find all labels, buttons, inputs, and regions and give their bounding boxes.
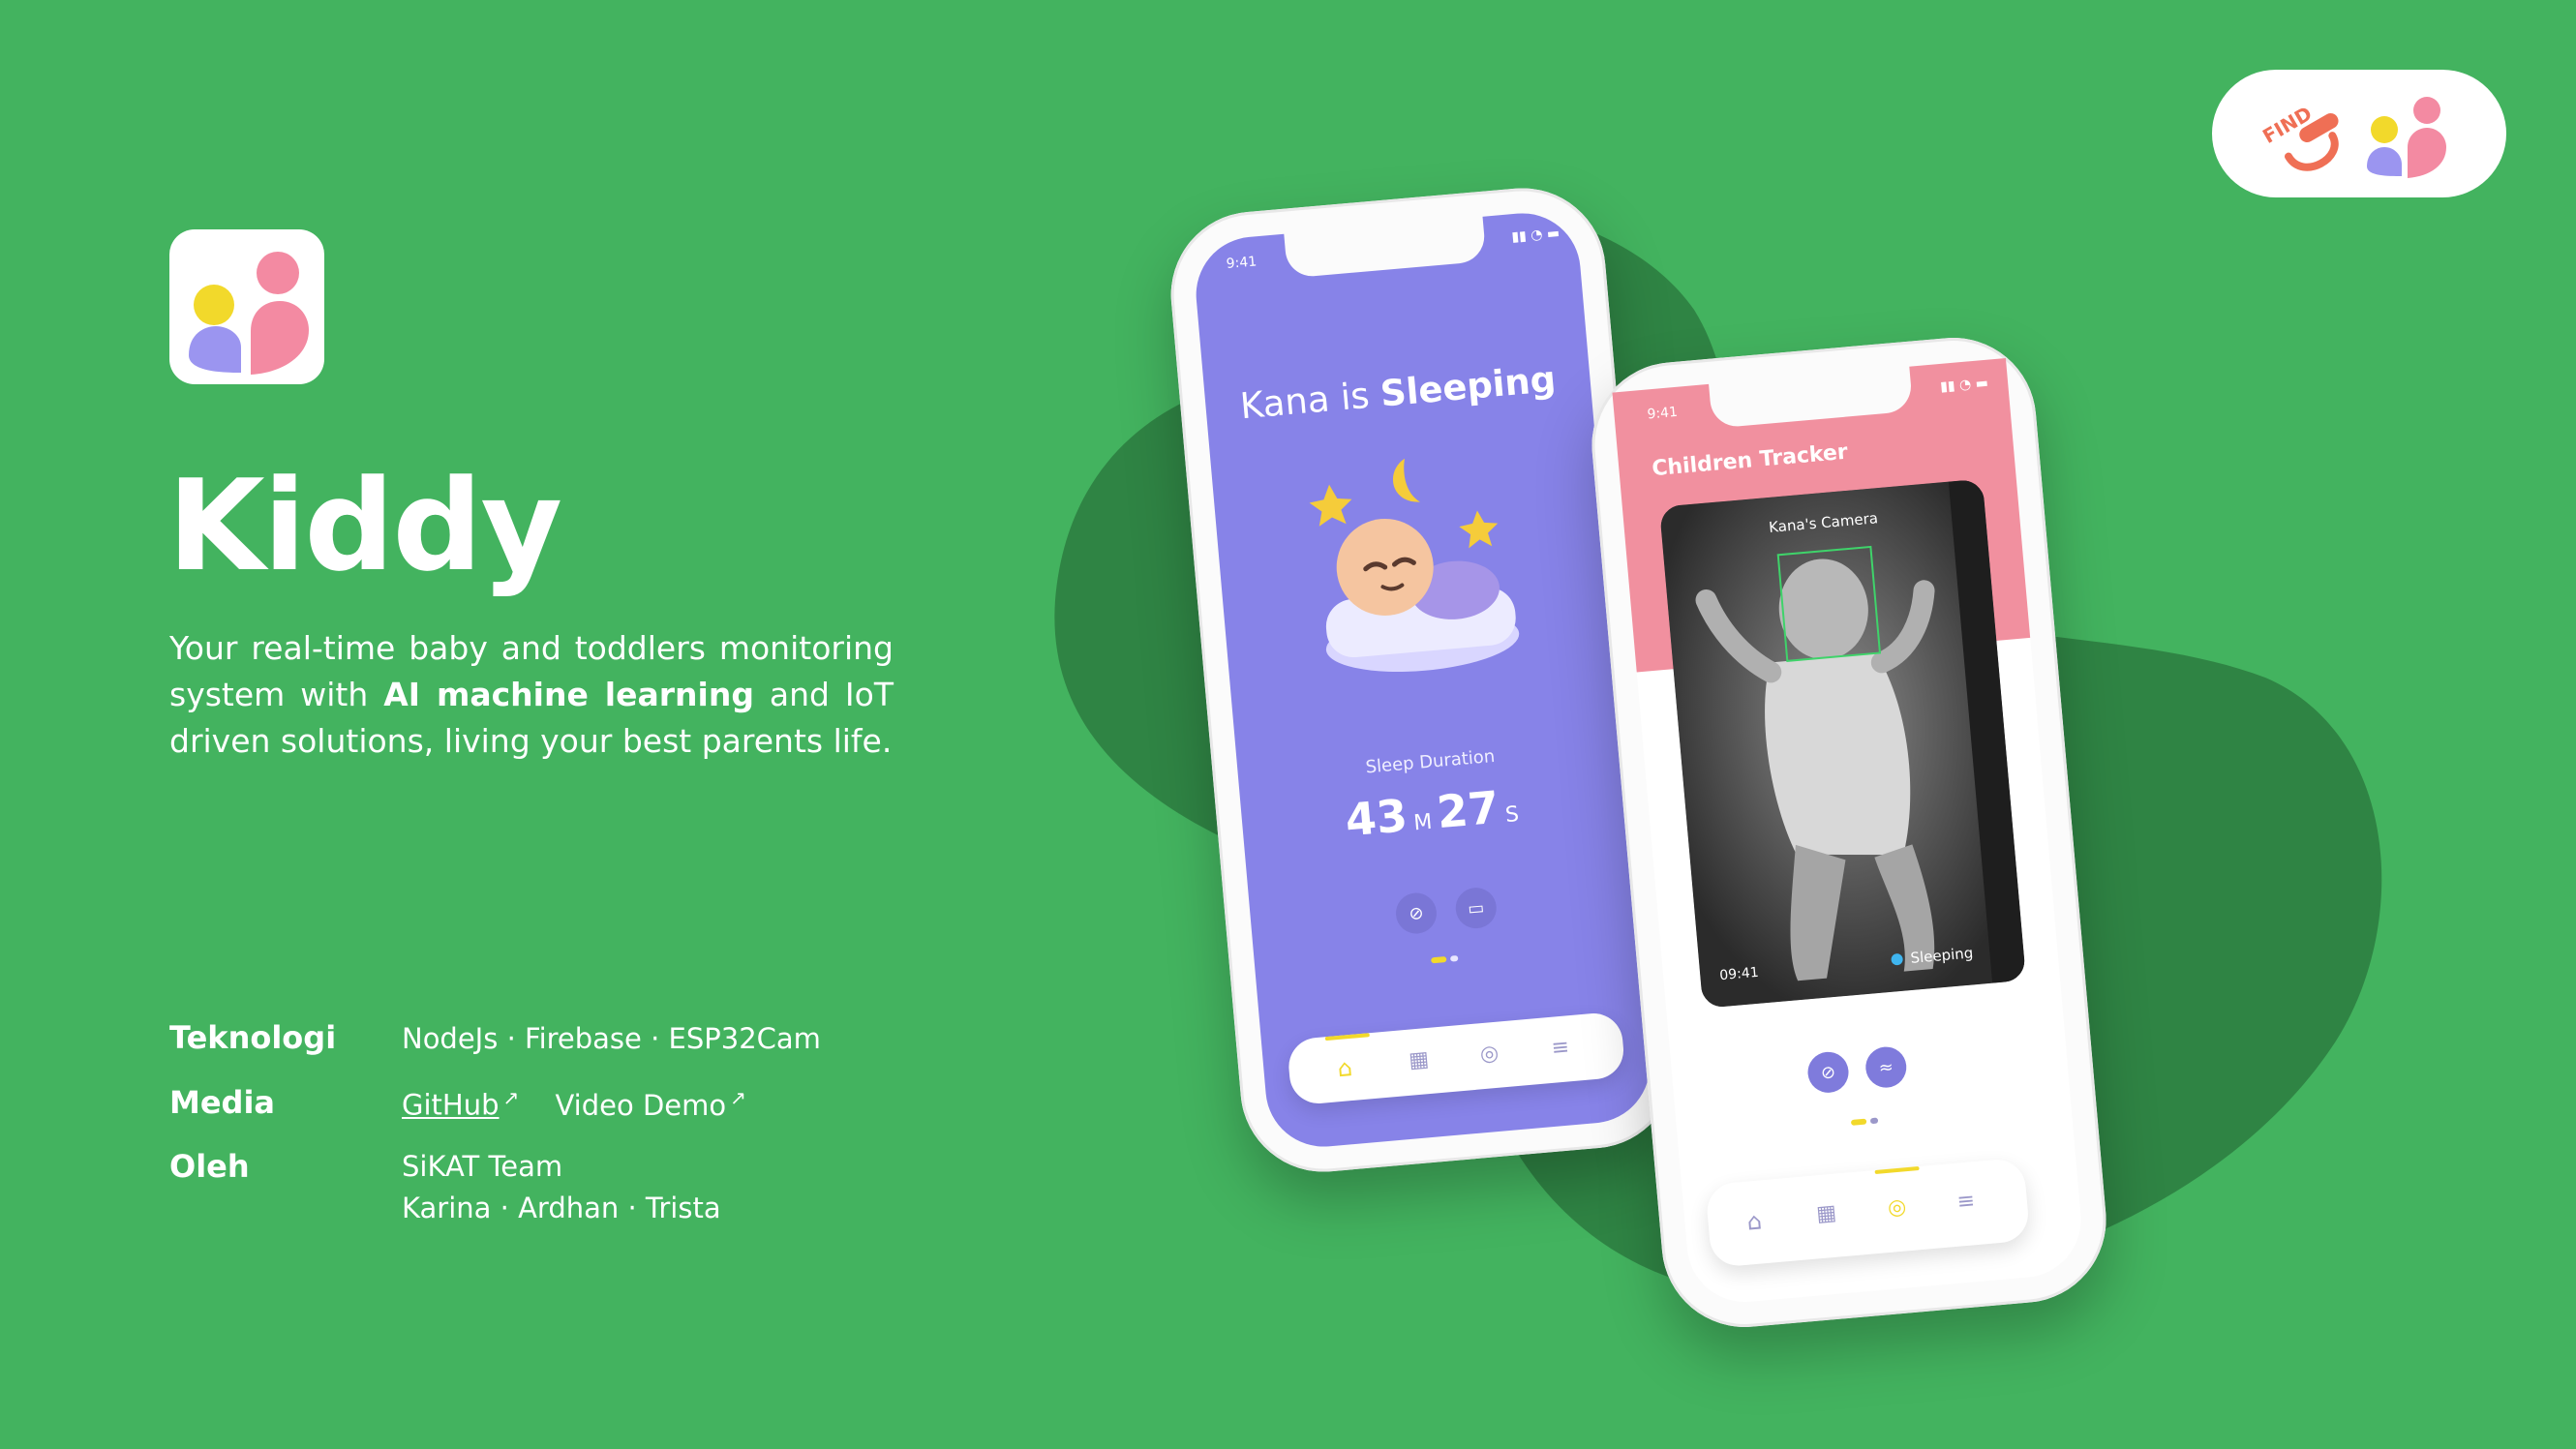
wave-icon: ≈ (1877, 1056, 1894, 1078)
tech-label: Teknologi (169, 1019, 337, 1056)
notch (1283, 210, 1487, 279)
by-label: Oleh (169, 1148, 250, 1185)
tracker-screen: 9:41 ▮▮ ◔ ▬ Children Tracker Kana's Came… (1612, 358, 2086, 1307)
active-tab-indicator (1324, 1033, 1370, 1041)
sleeping-baby-illustration (1309, 458, 1520, 673)
external-link-icon: ↗ (730, 1086, 746, 1109)
phone-tracker-screen: 9:41 ▮▮ ◔ ▬ Children Tracker Kana's Came… (1585, 330, 2113, 1335)
compass-icon[interactable]: ◎ (1479, 1041, 1500, 1068)
mic-off-icon: ⊘ (1408, 902, 1425, 924)
bottom-nav: ⌂ ▦ ◎ ≡ (1286, 1011, 1626, 1106)
mute-mic-button[interactable]: ⊘ (1394, 891, 1439, 936)
sound-wave-button[interactable]: ≈ (1864, 1044, 1909, 1090)
media-label: Media (169, 1084, 276, 1121)
home-icon[interactable]: ⌂ (1336, 1054, 1353, 1082)
page-indicator-active (1431, 955, 1447, 964)
status-time: 9:41 (1646, 404, 1679, 423)
tech-value: NodeJs · Firebase · ESP32Cam (402, 1022, 821, 1055)
baby-camera-image (1658, 478, 2026, 1009)
find-logo-icon: FIND (2258, 97, 2446, 178)
sliders-icon[interactable]: ≡ (1956, 1189, 1977, 1215)
grid-icon[interactable]: ▦ (1815, 1201, 1837, 1227)
app-logo (169, 229, 324, 384)
mute-mic-button[interactable]: ⊘ (1805, 1050, 1851, 1095)
github-link[interactable]: GitHub (402, 1089, 500, 1122)
camera-button[interactable]: ▭ (1453, 886, 1499, 930)
page-indicator (1869, 1117, 1879, 1125)
status-dot-icon (1891, 952, 1904, 966)
app-title: Kiddy (167, 452, 562, 599)
signal-icon: ▮▮ ◔ ▬ (1510, 225, 1561, 246)
team-members: Karina · Ardhan · Trista (402, 1192, 721, 1224)
app-description: Your real-time baby and toddlers monitor… (169, 629, 894, 760)
sleep-screen: 9:41 ▮▮ ◔ ▬ Kana is Sleeping Sleep Durat… (1191, 208, 1655, 1152)
bottom-nav: ⌂ ▦ ◎ ≡ (1705, 1157, 2031, 1269)
video-demo-link[interactable]: Video Demo (555, 1089, 726, 1122)
team-name: SiKAT Team (402, 1150, 563, 1183)
sliders-icon[interactable]: ≡ (1551, 1035, 1571, 1061)
active-tab-indicator (1874, 1166, 1920, 1175)
phone-sleep-screen: 9:41 ▮▮ ◔ ▬ Kana is Sleeping Sleep Durat… (1164, 181, 1682, 1179)
mic-off-icon: ⊘ (1820, 1061, 1836, 1083)
external-link-icon: ↗ (502, 1086, 520, 1109)
media-links: GitHub ↗ Video Demo ↗ (402, 1086, 746, 1122)
status-time: 9:41 (1226, 254, 1258, 273)
grid-icon[interactable]: ▦ (1408, 1047, 1430, 1073)
compass-icon[interactable]: ◎ (1887, 1194, 1907, 1221)
kiddy-logo-icon (189, 252, 309, 375)
page-indicator-active (1850, 1118, 1867, 1126)
camera-feed[interactable]: Kana's Camera 09:41 Sleeping (1658, 478, 2026, 1009)
page-indicator (1449, 954, 1459, 962)
partner-badge: FIND (2212, 70, 2506, 197)
video-icon: ▭ (1467, 896, 1486, 920)
sleep-title: Kana is Sleeping (1238, 357, 1558, 428)
home-icon[interactable]: ⌂ (1745, 1207, 1763, 1235)
